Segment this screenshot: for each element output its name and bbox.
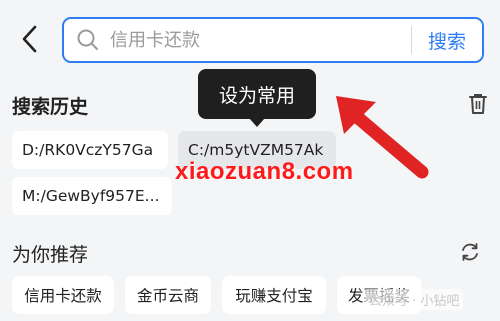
chevron-left-icon bbox=[22, 25, 37, 53]
search-input[interactable] bbox=[110, 19, 411, 61]
history-item[interactable]: D:/RK0VczY57Ga bbox=[12, 131, 168, 169]
clear-history-button[interactable] bbox=[467, 92, 489, 116]
search-icon bbox=[76, 27, 102, 53]
refresh-icon bbox=[462, 243, 478, 261]
recommend-item[interactable]: 信用卡还款 bbox=[12, 276, 114, 314]
recommend-title: 为你推荐 bbox=[12, 244, 89, 266]
history-item[interactable]: M:/GewByf957E... bbox=[12, 177, 172, 215]
refresh-recommend-button[interactable] bbox=[459, 241, 481, 263]
search-button[interactable]: 搜索 bbox=[412, 27, 482, 54]
search-bar: 搜索 bbox=[62, 17, 484, 63]
recommend-item[interactable]: 金币云商 bbox=[125, 276, 211, 314]
recommend-item[interactable]: 玩赚支付宝 bbox=[222, 276, 326, 314]
history-title: 搜索历史 bbox=[12, 96, 89, 118]
trash-icon bbox=[469, 94, 487, 114]
watermark-text: xiaozuan8.com bbox=[175, 158, 354, 185]
credit-watermark: 公众号 · 小钻吧 bbox=[365, 289, 464, 310]
set-as-frequent-tooltip[interactable]: 设为常用 bbox=[198, 69, 316, 119]
tooltip-pointer bbox=[249, 118, 265, 127]
back-button[interactable] bbox=[16, 24, 44, 54]
